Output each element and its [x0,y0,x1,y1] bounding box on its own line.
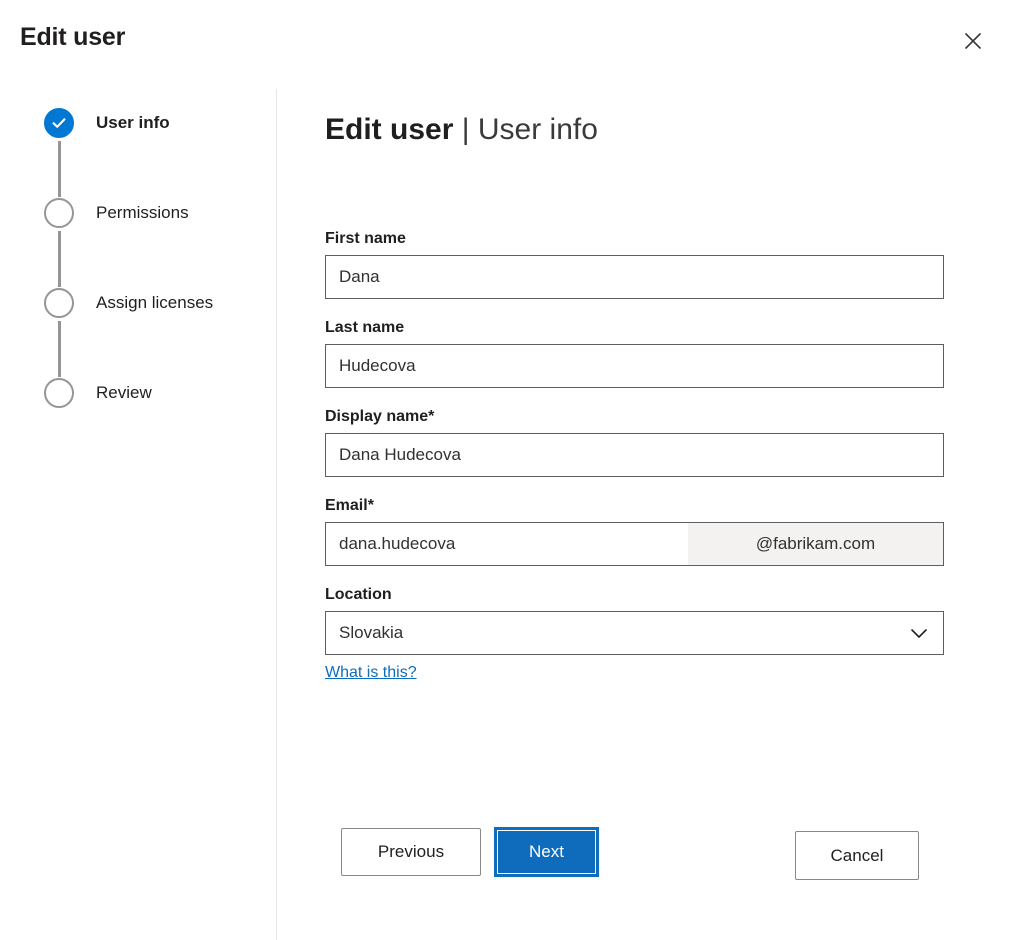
field-email: Email* @fabrikam.com [325,497,944,566]
form-actions: Previous Next Cancel [325,828,919,883]
step-pending-icon [44,288,74,318]
previous-button[interactable]: Previous [341,828,481,876]
wizard-stepper: User info Permissions Assign licenses Re… [44,108,264,410]
step-pending-icon [44,198,74,228]
required-asterisk: * [368,497,374,514]
stepper-marker [44,198,76,230]
step-complete-icon [44,108,74,138]
required-asterisk: * [428,408,434,425]
step-connector [58,321,61,377]
next-button-label: Next [529,842,564,862]
stepper-marker [44,288,76,320]
stepper-label-user-info: User info [96,108,170,138]
location-select-wrap: Slovakia [325,611,944,655]
stepper-label-assign-licenses: Assign licenses [96,288,213,318]
stepper-marker [44,378,76,410]
label-email: Email* [325,497,944,515]
page-title-separator: | [462,113,470,146]
page-title-primary: Edit user [325,113,453,146]
stepper-item-assign-licenses[interactable]: Assign licenses [44,288,264,378]
last-name-input[interactable] [325,344,944,388]
label-location: Location [325,586,944,604]
close-button[interactable] [950,18,996,64]
label-first-name: First name [325,230,944,248]
step-connector [58,141,61,197]
email-input-group: @fabrikam.com [325,522,944,566]
label-email-text: Email [325,497,368,514]
stepper-item-review[interactable]: Review [44,378,264,410]
location-selected-value: Slovakia [339,623,403,643]
what-is-this-link[interactable]: What is this? [325,664,417,682]
label-display-name: Display name* [325,408,944,426]
stepper-marker [44,108,76,140]
close-icon [963,31,983,51]
stepper-label-permissions: Permissions [96,198,189,228]
field-display-name: Display name* [325,408,944,477]
step-connector [58,231,61,287]
step-pending-icon [44,378,74,408]
label-last-name: Last name [325,319,944,337]
page-title: Edit user | User info [325,110,598,150]
next-button-focus-ring: Next [497,830,596,874]
cancel-button[interactable]: Cancel [795,831,919,880]
dialog-title: Edit user [20,23,125,52]
stepper-item-permissions[interactable]: Permissions [44,198,264,288]
user-info-form: First name Last name Display name* Email… [325,230,944,682]
field-location: Location Slovakia What is this? [325,586,944,682]
page-title-secondary: User info [478,113,598,146]
vertical-divider [276,89,277,940]
field-last-name: Last name [325,319,944,388]
location-select[interactable]: Slovakia [325,611,944,655]
label-display-name-text: Display name [325,408,428,425]
email-domain-suffix: @fabrikam.com [688,523,943,565]
first-name-input[interactable] [325,255,944,299]
next-button[interactable]: Next [494,827,599,877]
stepper-item-user-info[interactable]: User info [44,108,264,198]
email-input[interactable] [326,523,688,565]
display-name-input[interactable] [325,433,944,477]
stepper-label-review: Review [96,378,152,408]
field-first-name: First name [325,230,944,299]
